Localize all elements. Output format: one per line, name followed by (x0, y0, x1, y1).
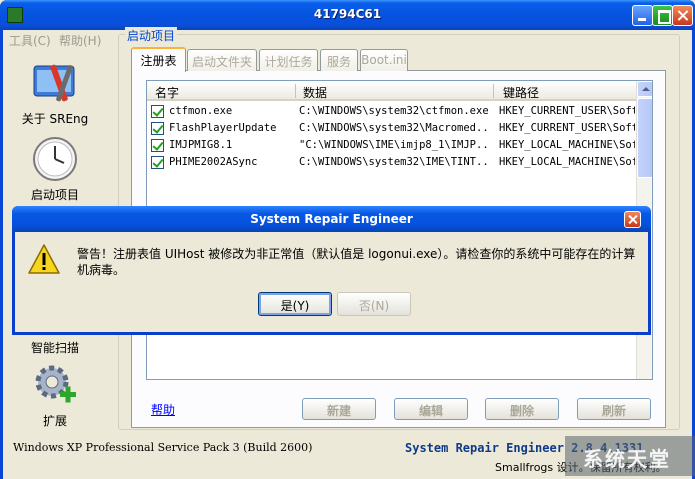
tab-startup-folder[interactable]: 启动文件夹 (187, 49, 257, 71)
table-row[interactable]: IMJPMIG8.1 "C:\WINDOWS\IME\imjp8_1\IMJP.… (147, 137, 637, 154)
gear-plus-icon (32, 362, 78, 408)
os-version-text: Windows XP Professional Service Pack 3 (… (13, 441, 313, 454)
sidebar-item-label: 启动项目 (30, 188, 79, 202)
scroll-up-button[interactable] (637, 81, 652, 97)
close-button[interactable] (672, 5, 693, 26)
dialog-title-bar[interactable]: System Repair Engineer (12, 206, 651, 232)
sidebar-item-label: 智能扫描 (30, 341, 79, 355)
warning-icon (27, 243, 61, 275)
cell-data: C:\WINDOWS\system32\ctfmon.exe (299, 105, 489, 117)
group-title: 启动项目 (125, 27, 178, 44)
menu-tools[interactable]: 工具(C) (9, 32, 51, 49)
watermark: 系统天堂 (565, 436, 695, 476)
tab-boot-ini[interactable]: Boot.ini (360, 49, 408, 71)
warning-dialog: System Repair Engineer 警告！注册表值 UIHost 被修… (12, 206, 651, 335)
sidebar-item-startup[interactable]: 启动项目 (0, 136, 110, 203)
sidebar-item-extend[interactable]: 扩展 (0, 362, 110, 429)
window-title: 41794C61 (313, 7, 382, 21)
sidebar-item-label: 关于 SREng (21, 112, 89, 126)
watermark-text: 系统天堂 (583, 447, 671, 471)
cell-name: ctfmon.exe (169, 105, 233, 117)
no-button[interactable]: 否(N) (337, 292, 411, 316)
maximize-button[interactable] (652, 5, 673, 26)
column-header-key[interactable]: 键路径 (503, 84, 539, 101)
tab-registry[interactable]: 注册表 (131, 47, 186, 72)
title-bar[interactable]: 41794C61 (0, 0, 695, 30)
edit-button[interactable]: 编辑 (394, 398, 468, 420)
new-button[interactable]: 新建 (302, 398, 376, 420)
sidebar-item-about[interactable]: 关于 SREng (0, 60, 110, 127)
cell-name: IMJPMIG8.1 (169, 139, 233, 151)
table-row[interactable]: PHIME2002ASync C:\WINDOWS\system32\IME\T… (147, 154, 637, 171)
cell-key: HKEY_CURRENT_USER\Softw (499, 105, 635, 117)
cell-data: "C:\WINDOWS\IME\imjp8_1\IMJP... (299, 139, 491, 151)
menu-help[interactable]: 帮助(H) (59, 32, 101, 49)
help-link[interactable]: 帮助 (151, 401, 175, 418)
column-header-name[interactable]: 名字 (155, 84, 179, 101)
dialog-message: 警告！注册表值 UIHost 被修改为非正常值（默认值是 logonui.exe… (77, 247, 636, 277)
cell-name: FlashPlayerUpdate (169, 122, 277, 134)
column-header-data[interactable]: 数据 (303, 84, 327, 101)
cell-name: PHIME2002ASync (169, 156, 258, 168)
clock-icon (32, 136, 78, 182)
row-checkbox[interactable] (151, 156, 164, 169)
table-row[interactable]: FlashPlayerUpdate C:\WINDOWS\system32\Ma… (147, 120, 637, 137)
cell-key: HKEY_LOCAL_MACHINE\Sof (499, 156, 635, 168)
cell-key: HKEY_CURRENT_USER\Softw (499, 122, 635, 134)
sidebar-item-label: 扩展 (42, 414, 67, 428)
scroll-thumb[interactable] (637, 98, 652, 178)
delete-button[interactable]: 删除 (485, 398, 559, 420)
row-checkbox[interactable] (151, 105, 164, 118)
cell-data: C:\WINDOWS\system32\Macromed... (299, 122, 491, 134)
table-row[interactable]: ctfmon.exe C:\WINDOWS\system32\ctfmon.ex… (147, 103, 637, 120)
tab-scheduled-tasks[interactable]: 计划任务 (259, 49, 318, 71)
tools-icon (32, 60, 78, 106)
dialog-title: System Repair Engineer (250, 212, 413, 226)
yes-button[interactable]: 是(Y) (258, 292, 332, 316)
cell-data: C:\WINDOWS\system32\IME\TINT... (299, 156, 491, 168)
refresh-button[interactable]: 刷新 (577, 398, 651, 420)
tab-services[interactable]: 服务 (320, 49, 358, 71)
list-header: 名字 数据 键路径 (147, 81, 637, 101)
dialog-close-button[interactable] (624, 211, 641, 228)
row-checkbox[interactable] (151, 139, 164, 152)
sidebar-item-scan[interactable]: 智能扫描 (0, 335, 110, 356)
row-checkbox[interactable] (151, 122, 164, 135)
minimize-button[interactable] (632, 5, 653, 26)
cell-key: HKEY_LOCAL_MACHINE\Sof (499, 139, 635, 151)
